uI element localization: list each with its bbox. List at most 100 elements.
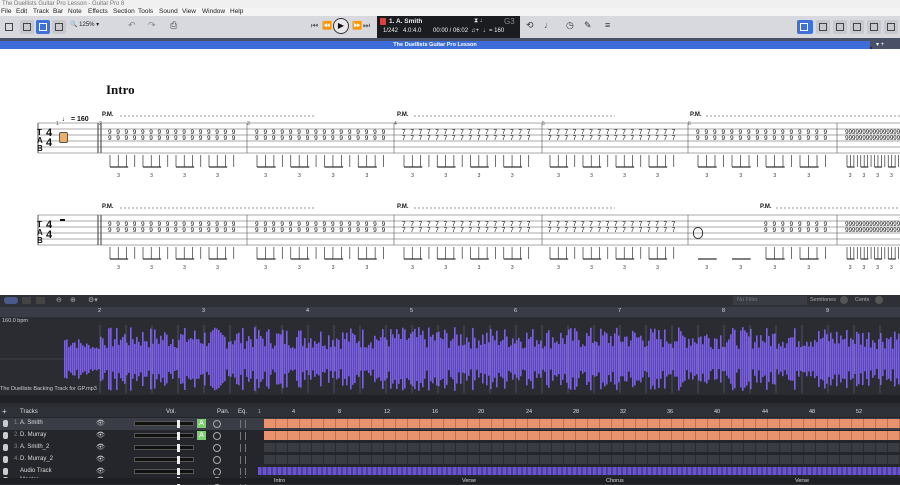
tab-fret-number[interactable]: 7 (655, 135, 659, 142)
tab-fret-number[interactable]: 9 (747, 135, 751, 142)
volume-slider[interactable] (134, 420, 194, 428)
tab-fret-number[interactable]: 7 (493, 227, 497, 234)
tab-fret-number[interactable]: 9 (722, 135, 726, 142)
tab-fret-number[interactable]: 7 (485, 227, 489, 234)
tab-fret-number[interactable]: 9 (141, 227, 145, 234)
score-view[interactable]: Intro 9999999999999999999999999999999933… (0, 49, 900, 295)
filter-select[interactable]: No Filter (733, 296, 807, 305)
tab-fret-number[interactable]: 9 (339, 227, 343, 234)
tab-fret-number[interactable]: 9 (182, 135, 186, 142)
volume-slider[interactable] (134, 456, 194, 464)
track-row[interactable]: A. Smith_2 3. 👁 (0, 442, 900, 454)
visibility-icon[interactable]: 👁 (96, 455, 105, 463)
menu-note[interactable]: Note (68, 8, 82, 16)
visibility-icon[interactable]: 👁 (96, 419, 105, 427)
track-bars-empty[interactable] (264, 443, 900, 452)
zoom-in-button[interactable]: ⊕ (70, 296, 76, 304)
track-row[interactable]: A. Smith 1. 👁 A (0, 418, 900, 430)
menu-edit[interactable]: Edit (16, 8, 27, 16)
home-button[interactable] (2, 20, 16, 34)
section-marker[interactable]: Verse (462, 478, 476, 484)
tab-fret-number[interactable]: 7 (606, 227, 610, 234)
toggle-audio-button[interactable] (4, 297, 18, 304)
forward-button[interactable]: ⏩ (352, 21, 362, 30)
marker[interactable]: 6 (514, 308, 517, 314)
panel-icon[interactable] (36, 297, 45, 304)
tab-fret-number[interactable]: 9 (232, 227, 236, 234)
track-row[interactable]: D. Murray_2 4. 👁 (0, 454, 900, 466)
tab-fret-number[interactable]: 7 (631, 135, 635, 142)
volume-slider[interactable] (134, 432, 194, 440)
tab-fret-number[interactable]: 7 (502, 227, 506, 234)
tab-fret-number[interactable]: 7 (639, 135, 643, 142)
undo-button[interactable]: ↶ (128, 20, 136, 31)
tab-fret-number[interactable]: 9 (272, 135, 276, 142)
menu-effects[interactable]: Effects (88, 8, 108, 16)
volume-slider[interactable] (134, 468, 194, 476)
automation-button[interactable]: A (197, 419, 206, 428)
marker[interactable]: 7 (618, 308, 621, 314)
tab-fret-number[interactable]: 7 (573, 227, 577, 234)
tab-fret-number[interactable]: 9 (215, 227, 219, 234)
tab-fret-number[interactable]: 7 (452, 135, 456, 142)
instrument-view-button[interactable] (816, 20, 830, 34)
tab-fret-number[interactable]: 7 (477, 227, 481, 234)
tab-fret-number[interactable]: 7 (435, 227, 439, 234)
tab-fret-number[interactable]: 9 (323, 227, 327, 234)
tab-fret-number[interactable]: 9 (280, 135, 284, 142)
tab-fret-number[interactable]: 9 (798, 227, 802, 234)
visibility-icon[interactable]: 👁 (96, 467, 105, 475)
panel-toggle-button[interactable] (884, 20, 898, 34)
tab-fret-number[interactable]: 7 (614, 135, 618, 142)
play-button[interactable]: ▶ (333, 18, 349, 34)
automation-button[interactable]: A (197, 431, 206, 440)
tab-fret-number[interactable]: 9 (166, 227, 170, 234)
visibility-icon[interactable]: 👁 (96, 443, 105, 451)
tab-fret-number[interactable]: 7 (672, 227, 676, 234)
tab-fret-number[interactable]: 7 (631, 227, 635, 234)
audio-waveform-panel[interactable]: 160.0 bpm 2 3 4 5 6 7 8 9 The Duellists … (0, 307, 900, 407)
marker[interactable]: 8 (722, 308, 725, 314)
tab-fret-number[interactable]: 9 (356, 227, 360, 234)
tab-fret-number[interactable]: 7 (460, 135, 464, 142)
tab-fret-number[interactable]: 9 (348, 227, 352, 234)
tab-fret-number[interactable]: 9 (790, 227, 794, 234)
eq-icon[interactable] (240, 444, 246, 452)
tab-fret-number[interactable]: 7 (444, 135, 448, 142)
semitones-knob[interactable] (840, 296, 848, 304)
tab-fret-number[interactable]: 9 (108, 135, 112, 142)
tab-fret-number[interactable]: 9 (191, 135, 195, 142)
zoom-select[interactable]: 🔍 125% ▾ (70, 21, 99, 28)
tab-fret-number[interactable]: 9 (331, 135, 335, 142)
tab-fret-number[interactable]: 9 (824, 227, 828, 234)
marker[interactable]: 4 (306, 308, 309, 314)
tab-fret-number[interactable]: 9 (739, 135, 743, 142)
tab-fret-number[interactable]: 9 (773, 227, 777, 234)
tab-fret-number[interactable]: 9 (773, 135, 777, 142)
document-tab[interactable]: The Duellists Guitar Pro Lesson (0, 41, 870, 49)
tab-fret-number[interactable]: 9 (158, 227, 162, 234)
tab-fret-number[interactable]: 9 (149, 135, 153, 142)
tab-fret-number[interactable]: 9 (166, 135, 170, 142)
tab-fret-number[interactable]: 9 (339, 135, 343, 142)
drums-view-button[interactable] (867, 20, 881, 34)
tab-fret-number[interactable]: 7 (402, 135, 406, 142)
eq-icon[interactable] (240, 456, 246, 464)
eq-icon[interactable] (240, 432, 246, 440)
rewind-button[interactable]: ⏪ (322, 21, 332, 30)
tab-fret-number[interactable]: 7 (639, 227, 643, 234)
tab-fret-number[interactable]: 9 (764, 135, 768, 142)
tab-fret-number[interactable]: 7 (518, 227, 522, 234)
tab-fret-number[interactable]: 9 (756, 135, 760, 142)
tab-fret-number[interactable]: 9 (133, 227, 137, 234)
marker[interactable]: 3 (202, 308, 205, 314)
tab-fret-number[interactable]: 9 (730, 135, 734, 142)
volume-slider[interactable] (134, 444, 194, 452)
tab-fret-number[interactable]: 9 (297, 135, 301, 142)
marker[interactable]: 2 (98, 308, 101, 314)
tab-fret-number[interactable]: 9 (323, 135, 327, 142)
track-bars[interactable] (264, 431, 900, 440)
tab-fret-number[interactable]: 7 (573, 135, 577, 142)
track-bars[interactable] (264, 419, 900, 428)
tab-fret-number[interactable]: 9 (272, 227, 276, 234)
